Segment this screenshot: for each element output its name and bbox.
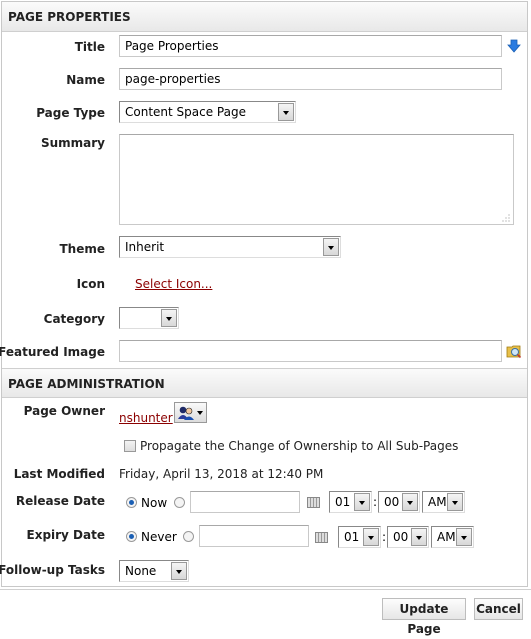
- down-arrow-icon[interactable]: [507, 39, 521, 53]
- chevron-down-icon[interactable]: [161, 309, 177, 327]
- release-ampm-select[interactable]: AM: [422, 491, 465, 513]
- release-hour-select[interactable]: 01: [329, 491, 372, 513]
- time-separator: :: [373, 495, 378, 509]
- expiry-date-radio[interactable]: [183, 531, 194, 542]
- page-type-select[interactable]: Content Space Page: [119, 101, 296, 123]
- icon-label: Icon: [76, 277, 105, 291]
- expiry-never-radio[interactable]: [126, 531, 137, 542]
- page-type-value: Content Space Page: [125, 105, 246, 119]
- release-date-label: Release Date: [15, 494, 105, 508]
- expiry-date-input[interactable]: [199, 525, 309, 547]
- chevron-down-icon[interactable]: [447, 493, 463, 511]
- chevron-down-icon[interactable]: [402, 493, 418, 511]
- release-ampm-value: AM: [428, 495, 447, 509]
- theme-label: Theme: [59, 242, 105, 256]
- page-administration-header: PAGE ADMINISTRATION: [2, 368, 527, 398]
- title-label: Title: [74, 40, 105, 54]
- update-page-button[interactable]: Update Page: [382, 598, 466, 636]
- release-now-radio[interactable]: [126, 497, 137, 508]
- page-properties-panel: PAGE PROPERTIES Title Page Properties Na…: [0, 1, 528, 587]
- divider: [0, 589, 531, 590]
- release-minute-select[interactable]: 00: [378, 491, 420, 513]
- select-icon-link[interactable]: Select Icon...: [135, 277, 212, 291]
- expiry-hour-select[interactable]: 01: [338, 526, 381, 548]
- users-icon: [178, 406, 194, 420]
- summary-textarea[interactable]: [119, 134, 514, 225]
- owner-picker-button[interactable]: [174, 402, 207, 423]
- calendar-icon[interactable]: [315, 532, 328, 543]
- chevron-down-icon[interactable]: [411, 528, 427, 546]
- expiry-ampm-select[interactable]: AM: [431, 526, 474, 548]
- release-date-radio[interactable]: [174, 497, 185, 508]
- browse-folder-icon[interactable]: [506, 343, 522, 359]
- time-separator: :: [382, 530, 387, 544]
- name-label: Name: [66, 73, 105, 87]
- release-minute-value: 00: [384, 495, 400, 509]
- chevron-down-icon: [197, 411, 203, 415]
- theme-value: Inherit: [125, 240, 165, 254]
- category-label: Category: [43, 312, 105, 326]
- cancel-button[interactable]: Cancel: [474, 598, 523, 620]
- last-modified-label: Last Modified: [13, 467, 105, 481]
- chevron-down-icon[interactable]: [171, 562, 187, 580]
- release-now-label: Now: [141, 496, 168, 510]
- chevron-down-icon[interactable]: [363, 528, 379, 546]
- summary-label: Summary: [40, 136, 105, 150]
- expiry-date-label: Expiry Date: [26, 528, 106, 542]
- page-owner-label: Page Owner: [23, 404, 105, 418]
- expiry-hour-value: 01: [344, 530, 360, 544]
- expiry-ampm-value: AM: [437, 530, 456, 544]
- page-owner-link[interactable]: nshunter: [119, 411, 173, 425]
- featured-image-input[interactable]: [119, 340, 502, 362]
- name-input[interactable]: page-properties: [119, 68, 502, 90]
- theme-select[interactable]: Inherit: [119, 236, 341, 258]
- release-hour-value: 01: [335, 495, 351, 509]
- chevron-down-icon[interactable]: [456, 528, 472, 546]
- chevron-down-icon[interactable]: [323, 238, 339, 256]
- category-select[interactable]: [119, 307, 179, 329]
- expiry-minute-value: 00: [393, 530, 409, 544]
- followup-tasks-value: None: [125, 564, 157, 578]
- expiry-minute-select[interactable]: 00: [387, 526, 429, 548]
- propagate-checkbox[interactable]: [124, 440, 136, 452]
- title-input[interactable]: Page Properties: [119, 35, 502, 57]
- chevron-down-icon[interactable]: [354, 493, 370, 511]
- followup-tasks-label: Follow-up Tasks: [0, 563, 105, 577]
- featured-image-label: Featured Image: [0, 345, 105, 359]
- release-date-input[interactable]: [190, 491, 300, 513]
- calendar-icon[interactable]: [307, 497, 320, 508]
- chevron-down-icon[interactable]: [278, 103, 294, 121]
- expiry-never-label: Never: [141, 530, 177, 544]
- last-modified-value: Friday, April 13, 2018 at 12:40 PM: [119, 467, 324, 481]
- resize-handle-icon[interactable]: [502, 214, 510, 222]
- page-type-label: Page Type: [36, 106, 105, 120]
- page-properties-header: PAGE PROPERTIES: [2, 2, 527, 32]
- propagate-label: Propagate the Change of Ownership to All…: [140, 439, 459, 453]
- followup-tasks-select[interactable]: None: [119, 560, 189, 582]
